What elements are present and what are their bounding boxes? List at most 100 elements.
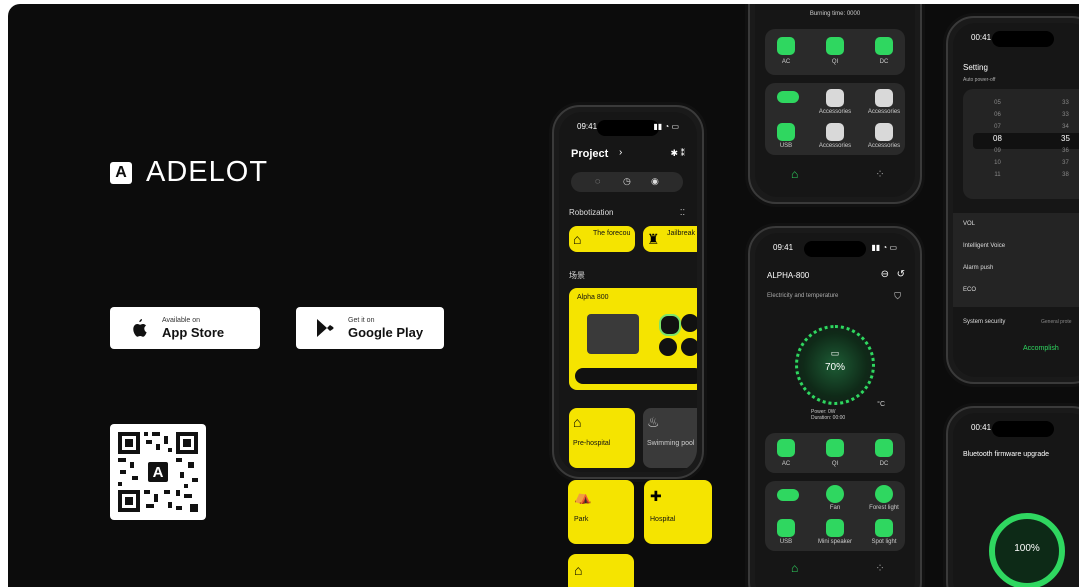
bolt-icon[interactable]	[681, 314, 697, 332]
usb-button[interactable]	[777, 123, 795, 141]
scene-tile-jailbreak[interactable]: ♜ Jailbreak	[643, 226, 697, 252]
dc-button[interactable]	[875, 439, 893, 457]
minute-option[interactable]: 38	[1061, 169, 1070, 181]
device-card-alpha800[interactable]: Alpha 800	[569, 288, 697, 390]
usb-label: USB	[779, 539, 793, 545]
usb-button[interactable]	[777, 519, 795, 537]
system-security-value[interactable]: General prote	[1041, 319, 1072, 325]
toggle-switch[interactable]	[777, 91, 799, 103]
app-store-button[interactable]: Available on App Store	[110, 307, 260, 349]
phone-controls-top: Burning time: 0000 AC QI DC Accessories …	[748, 4, 922, 204]
minute-option[interactable]: 33	[1061, 109, 1070, 121]
usb-label: USB	[779, 143, 793, 149]
hour-option[interactable]: 09	[993, 145, 1002, 157]
battery-gauge: ▭ 70%	[795, 325, 875, 405]
hour-column[interactable]: 05 06 07 08 09 10 11	[993, 97, 1002, 181]
accessory-button[interactable]	[875, 123, 893, 141]
qi-button[interactable]	[826, 439, 844, 457]
scene-label: Hospital	[650, 516, 676, 523]
accessory-label: Accessories	[818, 143, 852, 149]
ac-label: AC	[781, 461, 791, 467]
device-card-title: Alpha 800	[577, 294, 609, 301]
device-title: ALPHA-800	[767, 271, 810, 280]
svg-text:A: A	[153, 464, 164, 481]
accomplish-button[interactable]: Accomplish	[1023, 345, 1059, 352]
spot-light-button[interactable]	[875, 519, 893, 537]
hour-option[interactable]: 05	[993, 97, 1002, 109]
ac-button[interactable]	[777, 37, 795, 55]
accessory-button[interactable]	[875, 89, 893, 107]
vol-label: VOL	[963, 221, 976, 227]
accessory-label: Accessories	[867, 143, 901, 149]
timer-icon[interactable]: ◷	[623, 176, 631, 187]
scene-card-park[interactable]: ⛺ Park	[568, 480, 634, 544]
forest-light-button[interactable]	[875, 485, 893, 503]
dc-button[interactable]	[875, 37, 893, 55]
accessory-toggle-bar[interactable]	[575, 368, 697, 384]
minute-column[interactable]: 33 33 34 35 36 37 38	[1061, 97, 1070, 181]
accessory-label: Accessories	[818, 109, 852, 115]
burning-time: Burning time: 0000	[809, 11, 861, 17]
scene-card-swimming-pool[interactable]: ♨ Swimming pool	[643, 408, 697, 468]
status-time: 09:41	[773, 243, 794, 252]
bluetooth-icon[interactable]: ✱ ⁑	[670, 148, 685, 159]
toggle-switch[interactable]	[777, 489, 799, 501]
minute-selected[interactable]: 35	[1061, 133, 1070, 145]
hour-option[interactable]: 07	[993, 121, 1002, 133]
power-station-image	[587, 314, 639, 354]
google-play-icon	[314, 317, 336, 339]
battery-ring	[659, 314, 681, 336]
dc-icon[interactable]	[681, 338, 697, 356]
grid-icon[interactable]: ⁚⁚	[680, 208, 685, 217]
hour-selected[interactable]: 08	[993, 133, 1002, 145]
scene-tile-forecourt[interactable]: ⌂ The forecou	[569, 226, 635, 252]
ac-button[interactable]	[777, 439, 795, 457]
project-title: Project	[571, 148, 609, 160]
phone-settings: 00:41 Setting Auto power-off 05 06 07 08…	[946, 16, 1079, 384]
scene-card-hospital[interactable]: ✚ Hospital	[644, 480, 712, 544]
dc-label: DC	[879, 59, 889, 65]
home-icon[interactable]: ⌂	[791, 167, 798, 181]
mini-speaker-label: Mini speaker	[817, 539, 852, 545]
home-icon[interactable]: ⌂	[791, 561, 798, 575]
minute-option[interactable]: 33	[1061, 97, 1070, 109]
location-icon[interactable]: ◉	[651, 176, 659, 187]
scene-label: Park	[574, 516, 589, 523]
section-scenes: 场景	[569, 271, 585, 280]
minute-option[interactable]: 37	[1061, 157, 1070, 169]
apple-icon	[128, 317, 150, 339]
app-store-line2: App Store	[162, 324, 225, 340]
accessory-button[interactable]	[826, 123, 844, 141]
fan-button[interactable]	[826, 485, 844, 503]
scene-card-extra[interactable]: ⌂	[568, 554, 634, 587]
quick-actions-bar: ◌ ◷ ◉	[571, 172, 683, 192]
time-picker[interactable]: 05 06 07 08 09 10 11 33 33 34 35 36 37 3…	[963, 89, 1079, 199]
scene-label: Pre-hospital	[573, 440, 611, 447]
shield-check-icon[interactable]: ⛉	[894, 291, 901, 302]
settings-title: Setting	[963, 63, 988, 72]
settings-icon[interactable]: ⊖	[881, 269, 889, 280]
apps-icon[interactable]: ⁘	[875, 167, 885, 181]
battery-percent: 70%	[824, 362, 845, 373]
accessory-button[interactable]	[826, 89, 844, 107]
chevron-right-icon[interactable]: ›	[619, 147, 622, 158]
scene-card-pre-hospital[interactable]: ⌂ Pre-hospital	[569, 408, 635, 468]
qi-button[interactable]	[826, 37, 844, 55]
auto-power-off-label: Auto power-off	[963, 77, 996, 83]
battery-icon: ▭	[830, 348, 840, 358]
ac-icon[interactable]	[659, 338, 677, 356]
hour-option[interactable]: 11	[993, 169, 1002, 181]
mini-speaker-button[interactable]	[826, 519, 844, 537]
alarm-push-label: Alarm push	[963, 265, 994, 271]
minute-option[interactable]: 34	[1061, 121, 1070, 133]
minute-option[interactable]: 36	[1061, 145, 1070, 157]
brand-logo: A ADELOT	[110, 156, 268, 189]
hour-option[interactable]: 06	[993, 109, 1002, 121]
shield-icon[interactable]: ◌	[595, 176, 600, 186]
hour-option[interactable]: 10	[993, 157, 1002, 169]
google-play-button[interactable]: Get it on Google Play	[296, 307, 444, 349]
apps-icon[interactable]: ⁘	[875, 561, 885, 575]
eco-label: ECO	[963, 287, 977, 293]
back-icon[interactable]: ↺	[897, 269, 905, 280]
status-time: 00:41	[971, 423, 992, 432]
